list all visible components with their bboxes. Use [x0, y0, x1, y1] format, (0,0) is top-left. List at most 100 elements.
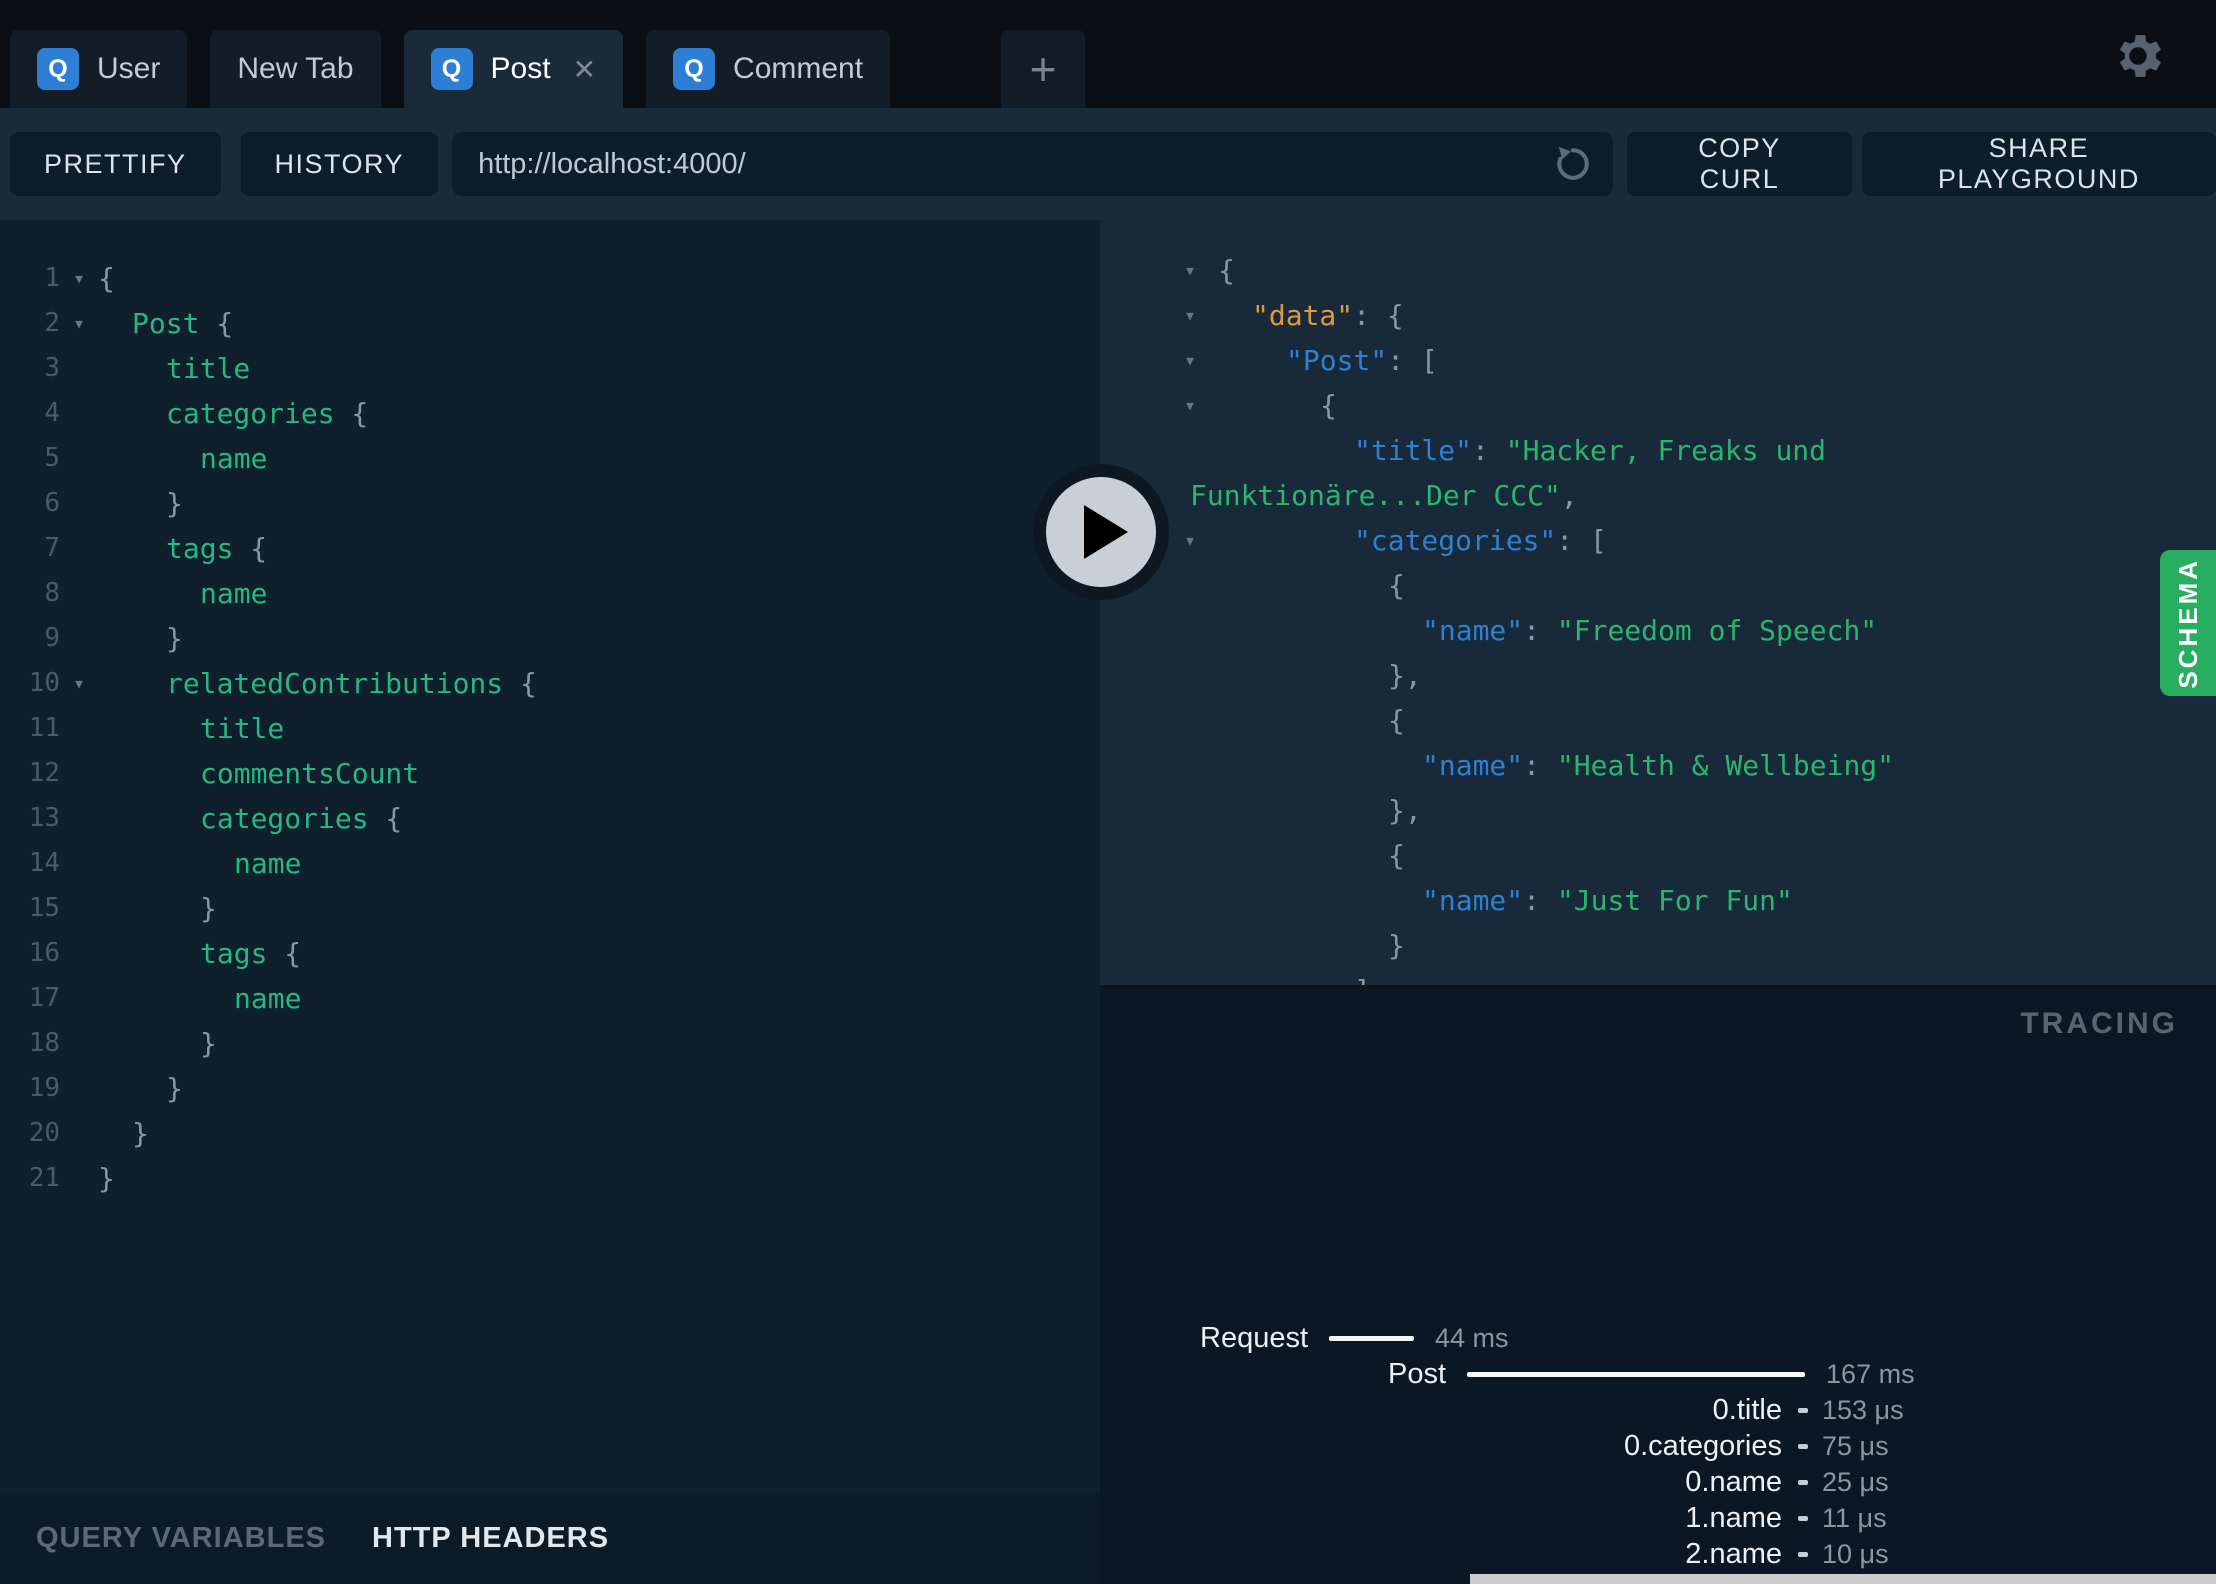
trace-bar [1467, 1371, 1806, 1377]
query-code: name [98, 571, 267, 616]
copy-curl-button[interactable]: COPY CURL [1627, 132, 1852, 196]
trace-bar [1329, 1335, 1415, 1341]
query-code: name [98, 841, 301, 886]
query-line: 7 tags { [0, 526, 1100, 571]
editor-footer: QUERY VARIABLES HTTP HEADERS [0, 1493, 1100, 1584]
token: : [1472, 434, 1506, 467]
token: title [200, 712, 285, 745]
prettify-button[interactable]: PRETTIFY [10, 132, 221, 196]
share-playground-button[interactable]: SHARE PLAYGROUND [1861, 132, 2216, 196]
token: { [1388, 839, 1405, 872]
execute-button[interactable] [1033, 464, 1169, 600]
token: "name" [1422, 614, 1524, 647]
fold-arrow-icon[interactable]: ▾ [1184, 338, 1196, 383]
line-number: 12 [28, 758, 60, 788]
refresh-schema-icon[interactable] [1551, 142, 1595, 186]
token: { [199, 307, 234, 340]
line-number: 2 [44, 308, 60, 338]
endpoint-url-input[interactable]: http://localhost:4000/ [452, 132, 1614, 196]
query-code: title [98, 346, 250, 391]
line-number: 13 [28, 803, 60, 833]
line-number: 16 [28, 938, 60, 968]
query-badge: Q [430, 48, 473, 90]
query-code: } [98, 1066, 183, 1111]
trace-resolver-row: 2.name 10 μs [1100, 1536, 2216, 1572]
fold-arrow-icon[interactable]: ▾ [1184, 518, 1196, 563]
query-editor-pane[interactable]: 1 ▾{2 ▾ Post {3 title 4 categories {5 name 6} 7 ta… [0, 220, 1100, 1584]
token: "title" [1354, 434, 1473, 467]
token: Post [132, 307, 200, 340]
trace-time: 11 μs [1822, 1502, 1887, 1533]
response-line: ▾{ [1100, 383, 2216, 428]
response-line: { [1100, 563, 2216, 608]
response-code: { [1100, 248, 2216, 293]
tab-user[interactable]: Q User [10, 30, 188, 108]
tab-post[interactable]: Q Post ✕ [403, 30, 624, 108]
new-tab-button[interactable]: + [1001, 30, 1086, 108]
line-number: 10 [28, 668, 60, 698]
graphql-playground: Q User New Tab Q Post ✕ Q Comment + PRETTIFY HIS… [0, 0, 2216, 1584]
trace-time: 10 μs [1822, 1538, 1889, 1569]
trace-duration-dot [1798, 1479, 1808, 1485]
horizontal-scrollbar[interactable] [1470, 1574, 2216, 1584]
endpoint-url[interactable]: http://localhost:4000/ [478, 148, 1551, 181]
query-line: 17 name [0, 976, 1100, 1021]
settings-gear-icon[interactable] [2108, 26, 2168, 86]
tabs: Q User New Tab Q Post ✕ Q Comment + [10, 30, 1086, 108]
token: { [503, 667, 537, 700]
fold-arrow-icon[interactable]: ▾ [1184, 383, 1196, 428]
tab-new-tab[interactable]: New Tab [210, 30, 381, 108]
token: }, [1388, 659, 1422, 692]
line-number: 1 [44, 263, 60, 293]
response-code: }, [1100, 788, 2216, 833]
token: categories [200, 802, 369, 835]
history-button[interactable]: HISTORY [240, 132, 439, 196]
token: commentsCount [200, 757, 420, 790]
token: } [98, 1162, 115, 1195]
fold-arrow-icon[interactable]: ▾ [1184, 248, 1196, 293]
trace-time: 44 ms [1435, 1322, 1509, 1353]
token: tags [166, 532, 234, 565]
response-code: "title": "Hacker, Freaks und [1100, 428, 2216, 473]
token: categories [166, 397, 335, 430]
query-code: categories { [98, 796, 402, 841]
trace-time: 25 μs [1822, 1466, 1889, 1497]
response-code: } [1100, 923, 2216, 968]
token: : [1523, 884, 1557, 917]
query-editor[interactable]: 1 ▾{2 ▾ Post {3 title 4 categories {5 name 6} 7 ta… [0, 256, 1100, 1201]
trace-time: 153 μs [1822, 1394, 1904, 1425]
tracing-title: TRACING [2020, 1007, 2178, 1040]
fold-arrow-icon[interactable]: ▾ [1184, 293, 1196, 338]
query-code: } [98, 1021, 217, 1066]
token: "name" [1422, 884, 1524, 917]
query-line: 19} [0, 1066, 1100, 1111]
trace-span-row: Post 167 ms [1100, 1356, 2216, 1392]
query-line: 15} [0, 886, 1100, 931]
query-line: 10 ▾ relatedContributions { [0, 661, 1100, 706]
token: "name" [1422, 749, 1524, 782]
close-tab-icon[interactable]: ✕ [573, 53, 596, 86]
token: { [1388, 569, 1405, 602]
schema-tab[interactable]: SCHEMA [2160, 550, 2216, 696]
line-number: 15 [28, 893, 60, 923]
query-variables-tab[interactable]: QUERY VARIABLES [36, 1522, 326, 1555]
query-code: name [98, 976, 301, 1021]
trace-rows: Request 44 ms Post 167 ms 0.title 153 μs 0.cat… [1100, 1320, 2216, 1584]
result-side: ▾{▾ "data": {▾ "Post": [▾{"title": "Hacker… [1033, 220, 2216, 1584]
response-code: "name": "Just For Fun" [1100, 878, 2216, 923]
line-number: 9 [44, 623, 60, 653]
query-line: 8 name [0, 571, 1100, 616]
token: } [166, 487, 183, 520]
response-code: }, [1100, 653, 2216, 698]
response-line: { [1100, 833, 2216, 878]
line-number: 17 [28, 983, 60, 1013]
http-headers-tab[interactable]: HTTP HEADERS [372, 1522, 609, 1555]
token: } [200, 1027, 217, 1060]
tab-comment[interactable]: Q Comment [646, 30, 891, 108]
token: } [200, 892, 217, 925]
